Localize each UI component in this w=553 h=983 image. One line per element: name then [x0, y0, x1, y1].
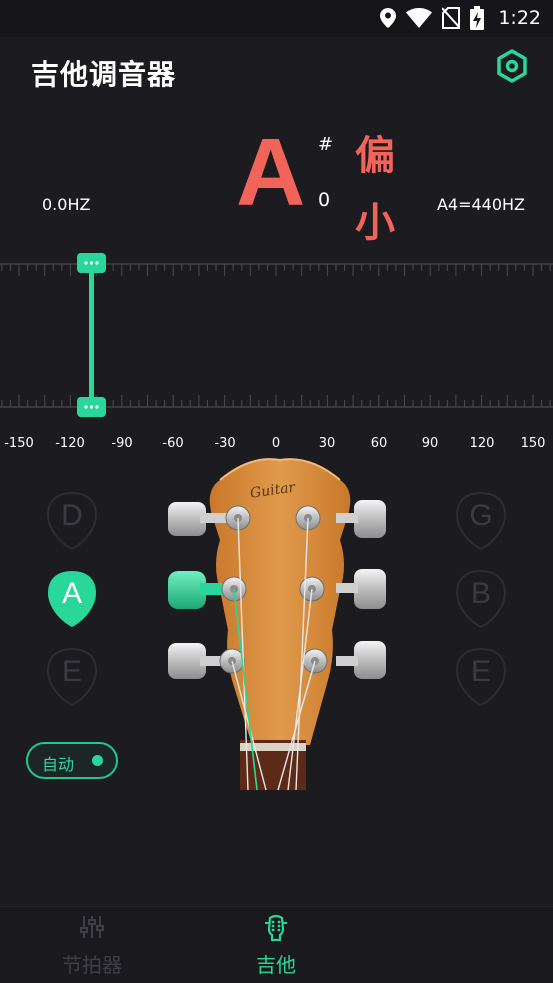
tuning-scale — [0, 253, 553, 417]
nav-guitar[interactable]: 吉他 — [216, 907, 336, 983]
settings-icon — [497, 49, 527, 83]
location-icon — [380, 8, 397, 28]
nav-metronome[interactable]: 节拍器 — [32, 907, 152, 983]
note-octave: 0 — [318, 189, 331, 211]
scale-label: 30 — [318, 436, 336, 451]
page-title: 吉他调音器 — [31, 58, 177, 91]
no-sim-icon — [442, 7, 461, 29]
string-label: A — [61, 577, 82, 610]
string-e-high-pick[interactable]: E — [455, 647, 507, 707]
nav-label: 吉他 — [256, 953, 296, 977]
tuning-status-2: 小 — [355, 200, 395, 246]
scale-label: -150 — [4, 436, 34, 451]
note-sharp: # — [318, 134, 334, 155]
guitar-headstock: Guitar — [168, 458, 386, 791]
bottom-nav: 节拍器 吉他 — [0, 906, 553, 983]
auto-mode-toggle[interactable]: 自动 — [26, 742, 118, 779]
guitar-head-icon — [265, 914, 287, 941]
toggle-indicator — [92, 755, 103, 766]
nav-label: 节拍器 — [62, 953, 122, 977]
string-label: B — [470, 577, 491, 610]
note-letter: A — [236, 119, 306, 226]
string-g-pick[interactable]: G — [455, 491, 507, 551]
string-label: E — [470, 655, 491, 688]
status-bar: 1:22 — [0, 0, 553, 37]
string-d-pick[interactable]: D — [46, 491, 98, 551]
string-e-low-pick[interactable]: E — [46, 647, 98, 707]
string-label: G — [469, 499, 493, 532]
status-time: 1:22 — [498, 7, 541, 29]
scale-label: 60 — [370, 436, 388, 451]
wifi-icon — [406, 8, 433, 28]
tuning-needle — [77, 253, 106, 417]
scale-label: 90 — [421, 436, 439, 451]
tuning-status-1: 偏 — [355, 133, 395, 179]
battery-charging-icon — [470, 6, 485, 30]
sliders-icon — [80, 916, 104, 938]
scale-label: -120 — [55, 436, 85, 451]
scale-label: 120 — [469, 436, 495, 451]
string-label: D — [61, 499, 83, 532]
scale-label: 150 — [520, 436, 546, 451]
scale-label: -60 — [162, 436, 184, 451]
current-frequency: 0.0HZ — [42, 195, 91, 214]
scale-label: -90 — [111, 436, 133, 451]
scale-label: -30 — [214, 436, 236, 451]
scale-label: 0 — [271, 436, 281, 451]
reference-frequency: A4=440HZ — [436, 195, 525, 214]
auto-mode-label: 自动 — [42, 755, 75, 774]
string-a-pick[interactable]: A — [46, 569, 98, 629]
scale-labels: -150 -120 -90 -60 -30 0 30 60 90 120 150 — [0, 436, 553, 456]
settings-button[interactable] — [494, 48, 530, 84]
string-label: E — [61, 655, 82, 688]
string-b-pick[interactable]: B — [455, 569, 507, 629]
